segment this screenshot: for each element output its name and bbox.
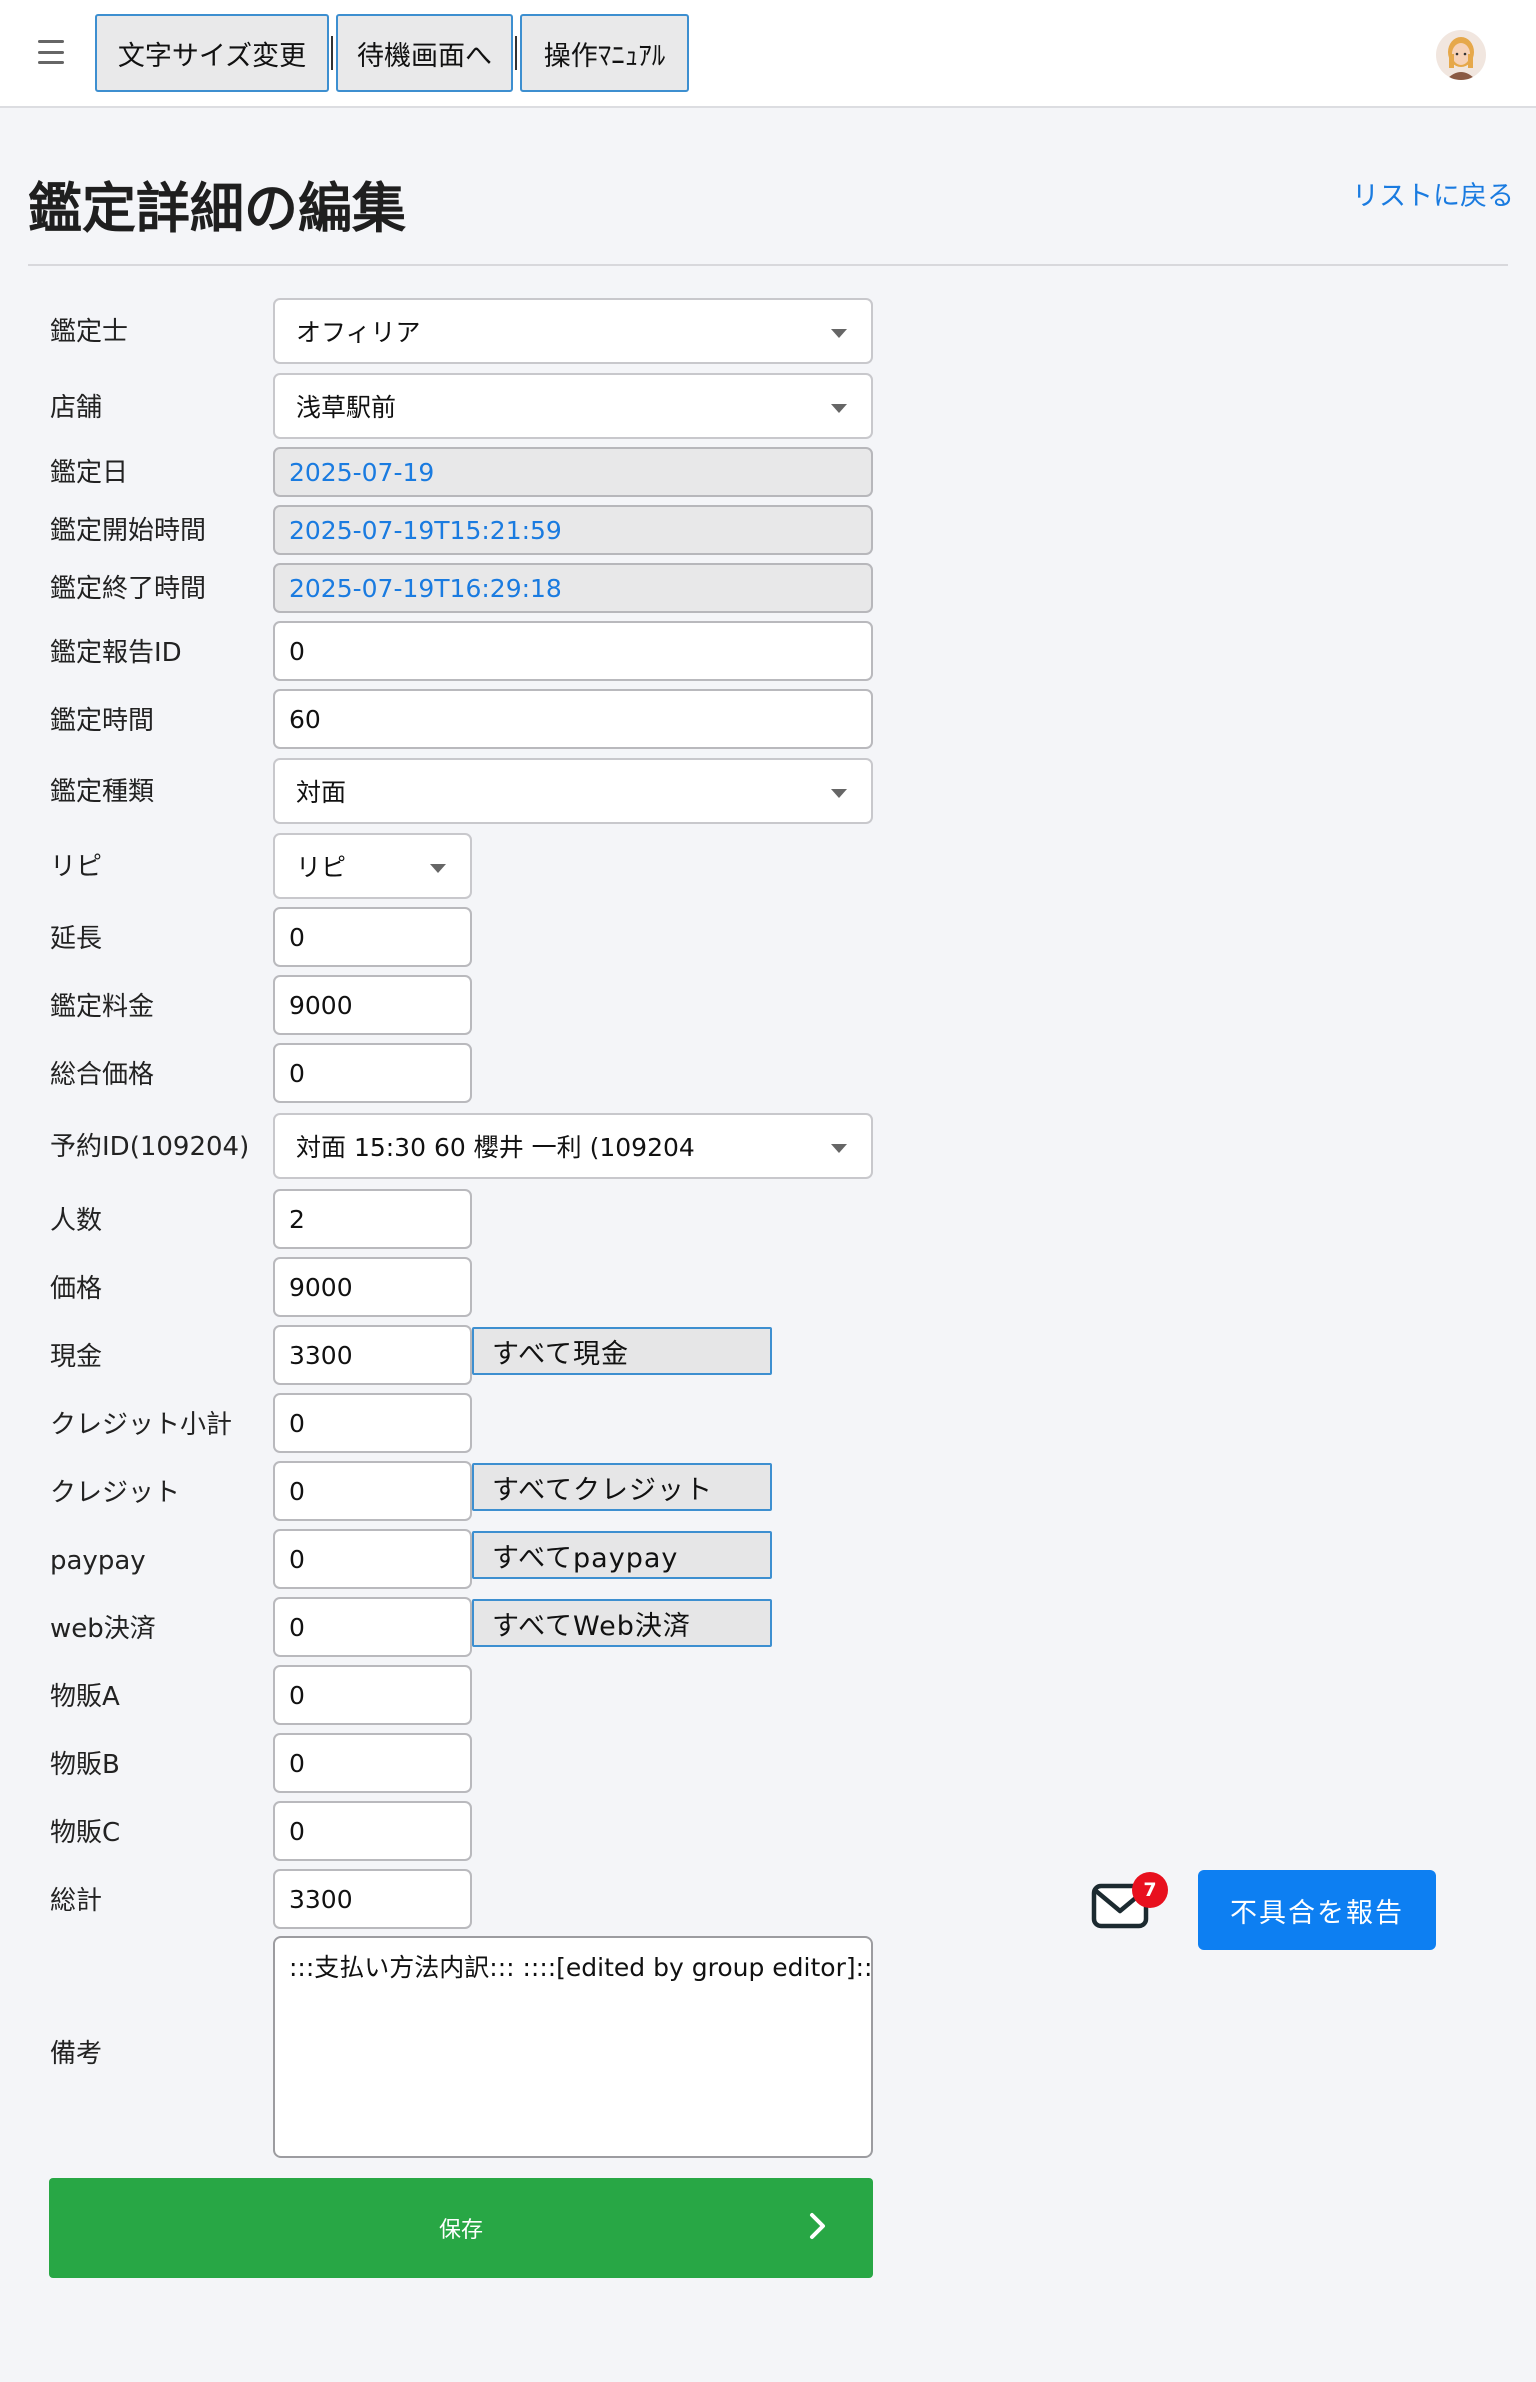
type-select[interactable]: 対面 <box>273 758 873 824</box>
type-label: 鑑定種類 <box>50 777 155 807</box>
standby-screen-button[interactable]: 待機画面へ <box>336 14 513 92</box>
save-label: 保存 <box>438 2218 483 2243</box>
all-paypay-button[interactable]: すべてpaypay <box>472 1531 772 1579</box>
people-label: 人数 <box>50 1206 103 1236</box>
price-input[interactable]: 9000 <box>273 1257 472 1317</box>
end-time-field: 2025-07-19T16:29:18 <box>273 563 873 613</box>
mail-badge: 7 <box>1132 1872 1168 1908</box>
fee-input[interactable]: 9000 <box>273 975 472 1035</box>
goods-c-input[interactable]: 0 <box>273 1801 472 1861</box>
total-price-input[interactable]: 0 <box>273 1043 472 1103</box>
store-value: 浅草駅前 <box>296 393 397 422</box>
fee-value: 9000 <box>289 990 353 1020</box>
save-button[interactable]: 保存 <box>49 2178 873 2278</box>
credit-subtotal-value: 0 <box>289 1408 305 1438</box>
price-label: 価格 <box>50 1274 103 1304</box>
date-value: 2025-07-19 <box>289 457 435 487</box>
back-to-list-link[interactable]: リストに戻る <box>1352 174 1514 213</box>
people-value: 2 <box>289 1204 305 1234</box>
reservation-select[interactable]: 対面 15:30 60 櫻井 一利 (109204 <box>273 1113 873 1179</box>
duration-value: 60 <box>289 704 321 734</box>
credit-value: 0 <box>289 1476 305 1506</box>
font-size-button[interactable]: 文字サイズ変更 <box>95 14 329 92</box>
report-bug-button[interactable]: 不具合を報告 <box>1198 1870 1436 1950</box>
goods-a-value: 0 <box>289 1680 305 1710</box>
total-price-value: 0 <box>289 1058 305 1088</box>
extension-value: 0 <box>289 922 305 952</box>
manual-button[interactable]: 操作ﾏﾆｭｱﾙ <box>520 14 689 92</box>
cash-input[interactable]: 3300 <box>273 1325 472 1385</box>
chevron-down-icon <box>430 864 446 873</box>
people-input[interactable]: 2 <box>273 1189 472 1249</box>
fee-label: 鑑定料金 <box>50 992 155 1022</box>
goods-b-input[interactable]: 0 <box>273 1733 472 1793</box>
credit-input[interactable]: 0 <box>273 1461 472 1521</box>
credit-subtotal-label: クレジット小計 <box>50 1410 233 1440</box>
duration-label: 鑑定時間 <box>50 706 155 736</box>
fortune-teller-value: オフィリア <box>296 318 421 347</box>
total-price-label: 総合価格 <box>50 1060 155 1090</box>
cash-value: 3300 <box>289 1340 353 1370</box>
repeat-value: リピ <box>296 853 347 882</box>
paypay-value: 0 <box>289 1544 305 1574</box>
fortune-teller-label: 鑑定士 <box>50 317 129 347</box>
nav-separator <box>331 36 333 70</box>
notes-label: 備考 <box>50 2039 103 2069</box>
repeat-select[interactable]: リピ <box>273 833 472 899</box>
price-value: 9000 <box>289 1272 353 1302</box>
paypay-input[interactable]: 0 <box>273 1529 472 1589</box>
notes-textarea[interactable]: :::支払い方法内訳::: ::::[edited by group edito… <box>273 1936 873 2158</box>
goods-a-label: 物販A <box>50 1682 120 1712</box>
credit-label: クレジット <box>50 1478 181 1508</box>
date-field: 2025-07-19 <box>273 447 873 497</box>
store-label: 店舗 <box>50 393 103 423</box>
chevron-down-icon <box>831 1144 847 1153</box>
nav-separator <box>515 36 517 70</box>
web-payment-value: 0 <box>289 1612 305 1642</box>
hamburger-menu-icon[interactable] <box>38 40 64 64</box>
report-id-label: 鑑定報告ID <box>50 638 182 668</box>
goods-c-label: 物販C <box>50 1818 121 1848</box>
goods-b-label: 物販B <box>50 1750 120 1780</box>
goods-b-value: 0 <box>289 1748 305 1778</box>
all-cash-button[interactable]: すべて現金 <box>472 1327 772 1375</box>
all-credit-button[interactable]: すべてクレジット <box>472 1463 772 1511</box>
date-label: 鑑定日 <box>50 458 129 488</box>
top-bar: 文字サイズ変更 待機画面へ 操作ﾏﾆｭｱﾙ <box>0 0 1536 108</box>
divider <box>28 264 1508 266</box>
store-select[interactable]: 浅草駅前 <box>273 373 873 439</box>
repeat-label: リピ <box>50 852 103 882</box>
extension-input[interactable]: 0 <box>273 907 472 967</box>
all-web-payment-button[interactable]: すべてWeb決済 <box>472 1599 772 1647</box>
credit-subtotal-input[interactable]: 0 <box>273 1393 472 1453</box>
grand-total-input[interactable]: 3300 <box>273 1869 472 1929</box>
end-time-label: 鑑定終了時間 <box>50 574 207 604</box>
end-time-value: 2025-07-19T16:29:18 <box>289 573 562 603</box>
start-time-label: 鑑定開始時間 <box>50 516 207 546</box>
cash-label: 現金 <box>50 1342 103 1372</box>
web-payment-input[interactable]: 0 <box>273 1597 472 1657</box>
duration-input[interactable]: 60 <box>273 689 873 749</box>
reservation-value: 対面 15:30 60 櫻井 一利 (109204 <box>296 1133 695 1162</box>
goods-c-value: 0 <box>289 1816 305 1846</box>
chevron-down-icon <box>831 789 847 798</box>
start-time-field: 2025-07-19T15:21:59 <box>273 505 873 555</box>
type-value: 対面 <box>296 778 347 807</box>
chevron-right-icon <box>810 2213 825 2239</box>
user-avatar-icon[interactable] <box>1436 30 1486 80</box>
report-id-value: 0 <box>289 636 305 666</box>
grand-total-label: 総計 <box>50 1886 103 1916</box>
chevron-down-icon <box>831 404 847 413</box>
web-payment-label: web決済 <box>50 1614 156 1644</box>
goods-a-input[interactable]: 0 <box>273 1665 472 1725</box>
grand-total-value: 3300 <box>289 1884 353 1914</box>
extension-label: 延長 <box>50 924 103 954</box>
chevron-down-icon <box>831 329 847 338</box>
page-title: 鑑定詳細の編集 <box>28 177 406 240</box>
start-time-value: 2025-07-19T15:21:59 <box>289 515 562 545</box>
report-id-input[interactable]: 0 <box>273 621 873 681</box>
paypay-label: paypay <box>50 1546 146 1576</box>
fortune-teller-select[interactable]: オフィリア <box>273 298 873 364</box>
reservation-label: 予約ID(109204) <box>50 1132 250 1162</box>
